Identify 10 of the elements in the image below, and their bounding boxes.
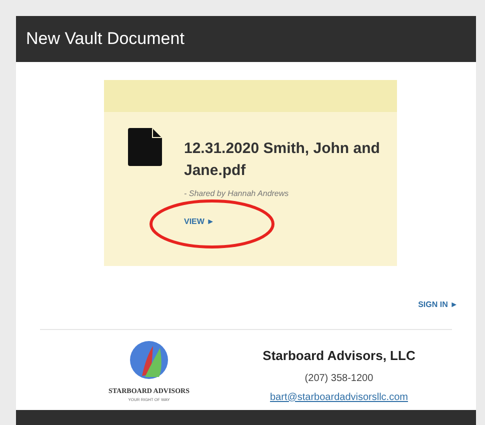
phone-number: (207) 358-1200	[304, 372, 374, 386]
document-icon	[128, 128, 162, 166]
shared-by-text: - Shared by Hannah Andrews	[184, 188, 290, 200]
email-link[interactable]: bart@starboardadvisorsllc.com	[270, 390, 408, 404]
window-title: New Vault Document	[26, 28, 184, 50]
view-link[interactable]: VIEW ►	[184, 216, 215, 228]
sign-in-link[interactable]: SIGN IN ►	[418, 299, 458, 311]
sailboat-logo-icon	[129, 340, 169, 380]
company-name: Starboard Advisors, LLC	[262, 347, 416, 365]
document-title: 12.31.2020 Smith, John and Jane.pdf	[184, 139, 381, 181]
